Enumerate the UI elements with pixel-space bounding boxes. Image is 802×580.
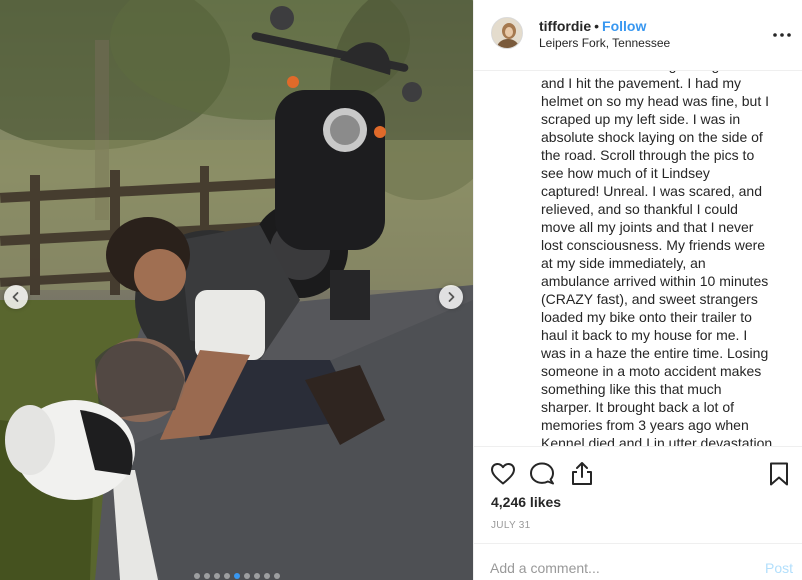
caption-line: see how much of it Lindsey	[541, 165, 710, 181]
caption-line: helmet on so my head was fine, but I	[541, 93, 770, 109]
caption-line: lost consciousness. My friends were	[541, 237, 766, 253]
caption-line: was in a haze the entire time. Losing	[541, 345, 769, 361]
carousel-dot	[233, 573, 240, 579]
caption-line: and I hit the pavement. I had my	[541, 75, 742, 91]
caption-scroll-area[interactable]: the road. It slid through the grassand I…	[474, 71, 802, 446]
comment-input[interactable]	[490, 558, 750, 578]
photo-scene	[0, 0, 473, 580]
caption-line: scraped up my left side. I was in	[541, 111, 741, 127]
caption-line: sharper. It brought back a lot of	[541, 399, 735, 415]
carousel-dot	[193, 573, 200, 579]
next-photo-button[interactable]	[439, 285, 463, 309]
more-options-icon	[773, 33, 791, 37]
carousel-dot	[263, 573, 270, 579]
share-button[interactable]	[568, 460, 596, 488]
post-date[interactable]: JULY 31	[491, 520, 531, 531]
carousel-dot	[203, 573, 210, 579]
post-comment-button[interactable]: Post	[765, 560, 793, 576]
likes-count[interactable]: 4,246 likes	[491, 494, 561, 510]
caption-line: someone in a moto accident makes	[541, 363, 762, 379]
caption-line: the road. Scroll through the pics to	[541, 147, 755, 163]
caption-line: absolute shock laying on the side of	[541, 129, 763, 145]
carousel-dot	[253, 573, 260, 579]
post-caption: the road. It slid through the grassand I…	[541, 71, 789, 446]
avatar-image	[492, 18, 522, 48]
carousel-dots	[0, 573, 473, 579]
caption-line: loaded my bike onto their trailer to	[541, 309, 752, 325]
carousel-dot	[243, 573, 250, 579]
like-button[interactable]	[489, 460, 517, 488]
chevron-left-icon	[12, 292, 19, 302]
carousel-dot	[223, 573, 230, 579]
username-link[interactable]: tiffordie	[539, 18, 591, 34]
caption-line: captured! Unreal. I was scared, and	[541, 183, 763, 199]
previous-photo-button[interactable]	[4, 285, 28, 309]
post-header: tiffordie • Follow Leipers Fork, Tennessee	[474, 0, 802, 71]
post-actions: 4,246 likes JULY 31	[474, 446, 802, 543]
caption-line: relieved, and so thankful I could	[541, 201, 738, 217]
carousel-dot	[273, 573, 280, 579]
caption-line: something like this that much	[541, 381, 722, 397]
comment-bubble-icon	[530, 462, 554, 485]
user-line: tiffordie • Follow	[539, 18, 646, 34]
separator-dot: •	[594, 18, 600, 34]
chevron-right-icon	[448, 292, 455, 302]
comment-form: Post	[474, 543, 802, 580]
caption-line: memories from 3 years ago when	[541, 417, 749, 433]
more-options-button[interactable]	[771, 25, 793, 45]
caption-line: ambulance arrived within 10 minutes	[541, 273, 769, 289]
caption-line: haul it back to my house for me. I	[541, 327, 748, 343]
avatar[interactable]	[491, 17, 523, 49]
post-photo[interactable]	[0, 0, 473, 580]
comment-button[interactable]	[528, 460, 556, 488]
carousel-dot	[213, 573, 220, 579]
caption-line: (CRAZY fast), and sweet strangers	[541, 291, 758, 307]
caption-line: at my side immediately, an	[541, 255, 706, 271]
bookmark-icon	[770, 462, 788, 486]
post-side-panel: tiffordie • Follow Leipers Fork, Tennessee…	[473, 0, 802, 580]
caption-line: move all my joints and that I never	[541, 219, 754, 235]
heart-icon	[491, 463, 515, 485]
save-button[interactable]	[765, 460, 793, 488]
share-upload-icon	[572, 462, 592, 485]
follow-button[interactable]: Follow	[602, 18, 646, 34]
caption-line: Kennel died and I in utter devastation	[541, 435, 773, 446]
location-link[interactable]: Leipers Fork, Tennessee	[539, 36, 670, 50]
